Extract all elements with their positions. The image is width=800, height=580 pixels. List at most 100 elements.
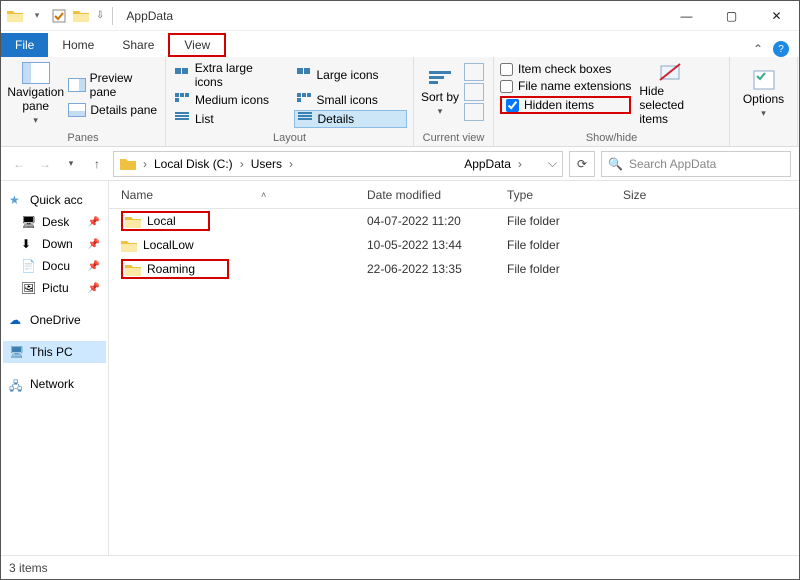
qat-overflow-icon[interactable]: ⇩ — [93, 10, 107, 21]
medium-icons-button[interactable]: Medium icons — [172, 92, 286, 108]
search-placeholder: Search AppData — [629, 157, 716, 171]
breadcrumb[interactable]: › Local Disk (C:) › Users › AppData › ⌵ — [113, 151, 563, 177]
column-date[interactable]: Date modified — [367, 188, 507, 202]
status-item-count: 3 items — [9, 561, 48, 575]
size-columns-button[interactable] — [464, 103, 484, 121]
preview-pane-button[interactable]: Preview pane — [68, 71, 159, 99]
hidden-items-checkbox[interactable]: Hidden items — [500, 96, 631, 114]
sort-by-icon — [429, 71, 451, 89]
file-type: File folder — [507, 262, 623, 276]
folder-icon — [125, 263, 141, 276]
up-button[interactable]: ↑ — [87, 154, 107, 174]
desktop-icon: 🖥 — [21, 215, 37, 229]
downloads-icon: ⬇ — [21, 237, 37, 251]
qat-checkbox-icon[interactable] — [49, 6, 69, 26]
small-icons-button[interactable]: Small icons — [294, 92, 408, 108]
file-date: 04-07-2022 11:20 — [367, 214, 507, 228]
details-pane-icon — [68, 103, 86, 117]
file-tab[interactable]: File — [1, 33, 48, 57]
panes-group: Navigation pane ▾ Preview pane Details p… — [1, 57, 166, 146]
sidebar-downloads[interactable]: ⬇Down📌 — [3, 233, 106, 255]
show-hide-group: Item check boxes File name extensions Hi… — [494, 57, 730, 146]
maximize-button[interactable]: ▢ — [709, 1, 754, 31]
extra-large-icons-button[interactable]: Extra large icons — [172, 60, 286, 90]
sidebar-documents[interactable]: 📄Docu📌 — [3, 255, 106, 277]
navigation-pane-icon — [22, 62, 50, 84]
file-row[interactable]: Roaming 22-06-2022 13:35File folder — [109, 257, 799, 281]
search-icon: 🔍 — [608, 157, 623, 171]
address-bar-row: ← → ▾ ↑ › Local Disk (C:) › Users › AppD… — [1, 147, 799, 181]
add-columns-button[interactable] — [464, 83, 484, 101]
app-folder-icon — [5, 6, 25, 26]
pin-icon: 📌 — [88, 283, 100, 294]
back-button[interactable]: ← — [9, 154, 29, 174]
pin-icon: 📌 — [88, 261, 100, 272]
documents-icon: 📄 — [21, 259, 37, 273]
pictures-icon: 🖼 — [21, 281, 37, 295]
file-row[interactable]: LocalLow 10-05-2022 13:44File folder — [109, 233, 799, 257]
star-icon: ★ — [9, 193, 25, 207]
collapse-ribbon-icon[interactable]: ⌃ — [753, 42, 763, 56]
file-name: LocalLow — [143, 238, 194, 252]
column-headers[interactable]: Name ˄ Date modified Type Size — [109, 181, 799, 209]
file-name-extensions-checkbox[interactable]: File name extensions — [500, 79, 631, 93]
file-name: Roaming — [147, 262, 195, 276]
breadcrumb-seg-3[interactable]: AppData — [460, 152, 515, 176]
details-pane-button[interactable]: Details pane — [68, 103, 159, 117]
file-list: Name ˄ Date modified Type Size Local 04-07… — [109, 181, 799, 555]
sidebar-desktop[interactable]: 🖥Desk📌 — [3, 211, 106, 233]
sidebar-network[interactable]: 🖧Network — [3, 373, 106, 395]
sidebar-this-pc[interactable]: 🖥This PC — [3, 341, 106, 363]
ribbon: Navigation pane ▾ Preview pane Details p… — [1, 57, 799, 147]
qat-folder-icon[interactable] — [71, 6, 91, 26]
file-type: File folder — [507, 214, 623, 228]
list-button[interactable]: List — [172, 110, 286, 128]
hide-selected-items-button[interactable]: Hide selected items — [639, 60, 701, 128]
folder-icon — [121, 239, 137, 252]
sidebar-pictures[interactable]: 🖼Pictu📌 — [3, 277, 106, 299]
options-icon — [752, 69, 776, 91]
refresh-button[interactable]: ⟳ — [569, 151, 595, 177]
options-button[interactable]: Options ▾ — [736, 60, 791, 128]
sort-by-button[interactable]: Sort by ▾ — [420, 60, 460, 128]
help-icon[interactable]: ? — [773, 41, 789, 57]
sidebar-onedrive[interactable]: ☁OneDrive — [3, 309, 106, 331]
column-name[interactable]: Name — [121, 188, 153, 202]
recent-locations-button[interactable]: ▾ — [61, 154, 81, 174]
file-type: File folder — [507, 238, 623, 252]
layout-group: Extra large icons Large icons Medium ico… — [166, 57, 414, 146]
breadcrumb-root-icon[interactable] — [116, 152, 140, 176]
pin-icon: 📌 — [88, 217, 100, 228]
column-size[interactable]: Size — [623, 188, 703, 202]
column-type[interactable]: Type — [507, 188, 623, 202]
breadcrumb-history-icon[interactable]: ⌵ — [545, 156, 560, 171]
view-tab[interactable]: View — [168, 33, 226, 57]
file-date: 10-05-2022 13:44 — [367, 238, 507, 252]
qat-dropdown-icon[interactable]: ▾ — [27, 6, 47, 26]
status-bar: 3 items — [1, 555, 799, 579]
navigation-pane-button[interactable]: Navigation pane ▾ — [7, 60, 64, 128]
group-by-button[interactable] — [464, 63, 484, 81]
forward-button[interactable]: → — [35, 154, 55, 174]
minimize-button[interactable]: — — [664, 1, 709, 31]
options-group: Options ▾ — [730, 57, 798, 146]
window-title: AppData — [126, 9, 173, 23]
details-view-button[interactable]: Details — [294, 110, 408, 128]
breadcrumb-seg-1[interactable]: Local Disk (C:) — [150, 152, 237, 176]
sidebar-quick-access[interactable]: ★Quick acc — [3, 189, 106, 211]
file-name: Local — [147, 214, 176, 228]
preview-pane-icon — [68, 78, 85, 92]
file-date: 22-06-2022 13:35 — [367, 262, 507, 276]
close-button[interactable]: ✕ — [754, 1, 799, 31]
home-tab[interactable]: Home — [48, 33, 108, 57]
breadcrumb-seg-2[interactable]: Users — [247, 152, 286, 176]
pin-icon: 📌 — [88, 239, 100, 250]
share-tab[interactable]: Share — [108, 33, 168, 57]
large-icons-button[interactable]: Large icons — [294, 60, 408, 90]
item-check-boxes-checkbox[interactable]: Item check boxes — [500, 62, 631, 76]
search-box[interactable]: 🔍 Search AppData — [601, 151, 791, 177]
file-row[interactable]: Local 04-07-2022 11:20File folder — [109, 209, 799, 233]
navigation-sidebar: ★Quick acc 🖥Desk📌 ⬇Down📌 📄Docu📌 🖼Pictu📌 … — [1, 181, 109, 555]
sort-indicator-icon: ˄ — [261, 190, 266, 200]
hide-items-icon — [658, 62, 682, 82]
